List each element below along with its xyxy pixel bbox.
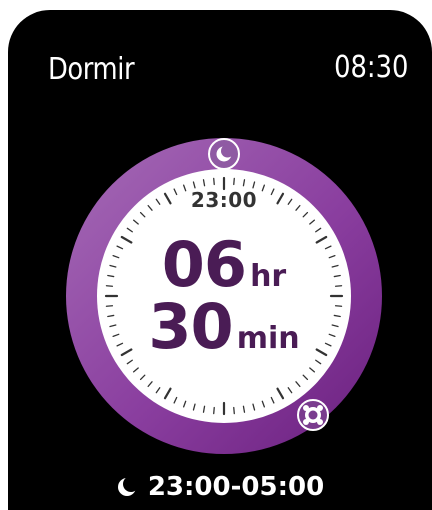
watch-screen: Dormir 08:30 23:00 06 hr 30 min 23:00-05… (8, 10, 432, 510)
sleep-range: 23:00-05:00 (8, 472, 432, 502)
status-clock: 08:30 (333, 50, 408, 85)
duration-hours: 06 (161, 228, 247, 301)
alarm-icon (303, 405, 323, 425)
start-handle[interactable] (208, 138, 240, 170)
hours-unit: hr (250, 259, 287, 294)
start-time-label: 23:00 (190, 188, 258, 212)
app-title: Dormir (48, 52, 135, 87)
duration-minutes: 30 (148, 290, 233, 363)
dial-tick (213, 177, 215, 186)
duration-minutes-row: 30 min (64, 296, 384, 358)
moon-icon (117, 476, 138, 496)
dial-tick (233, 177, 235, 186)
end-handle[interactable] (297, 399, 329, 431)
minutes-unit: min (236, 321, 300, 356)
dial-tick (233, 406, 235, 415)
dial-tick (213, 406, 215, 415)
sleep-range-text: 23:00-05:00 (147, 472, 325, 502)
sleep-dial[interactable]: 23:00 06 hr 30 min (64, 136, 384, 456)
duration-hours-row: 06 hr (64, 234, 384, 296)
